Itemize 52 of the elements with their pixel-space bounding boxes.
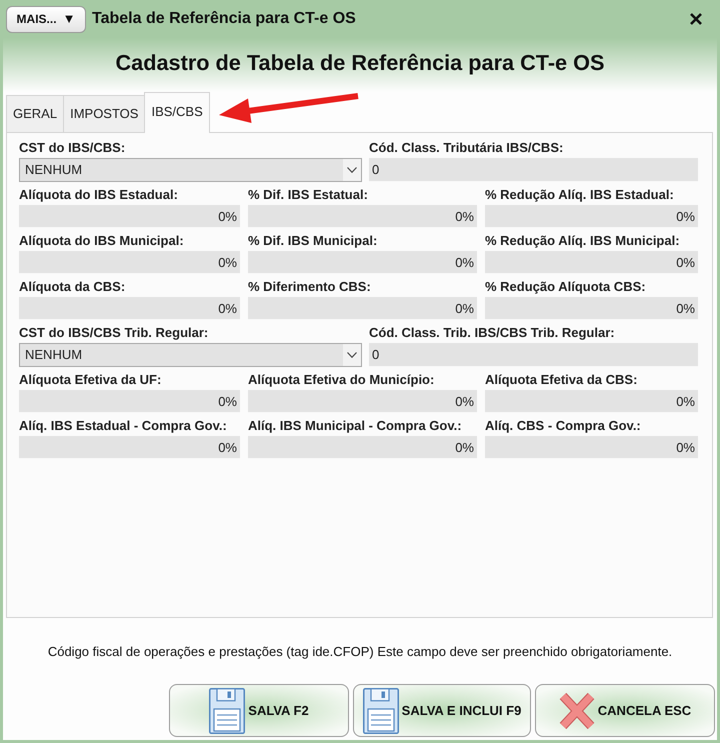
field-label: % Redução Alíq. IBS Municipal: bbox=[485, 233, 681, 249]
save-button[interactable]: SALVA E INCLUI F9 bbox=[353, 684, 531, 737]
field-label: Alíquota do IBS Municipal: bbox=[19, 233, 185, 249]
dropdown-field[interactable]: NENHUM bbox=[19, 158, 362, 182]
field-label: Alíq. IBS Municipal - Compra Gov.: bbox=[248, 418, 463, 434]
input-field[interactable]: 0% bbox=[485, 205, 698, 228]
input-field[interactable]: 0% bbox=[485, 251, 698, 274]
field-label: % Dif. IBS Municipal: bbox=[248, 233, 378, 249]
input-field[interactable]: 0 bbox=[369, 158, 698, 182]
input-field[interactable]: 0% bbox=[19, 390, 240, 413]
field-label: CST do IBS/CBS Trib. Regular: bbox=[19, 325, 210, 341]
input-field[interactable]: 0% bbox=[248, 251, 477, 274]
field-label: Cód. Class. Trib. IBS/CBS Trib. Regular: bbox=[369, 325, 616, 341]
close-icon[interactable] bbox=[690, 13, 702, 25]
menu-button[interactable]: MAIS... ▼ bbox=[6, 6, 86, 32]
input-field[interactable]: 0% bbox=[248, 205, 477, 228]
form-heading: Cadastro de Tabela de Referência para CT-e OS bbox=[116, 48, 604, 77]
input-field[interactable]: 0% bbox=[19, 436, 240, 459]
field-label: % Redução Alíquota CBS: bbox=[485, 279, 647, 295]
field-label: Alíquota Efetiva da UF: bbox=[19, 372, 162, 388]
tab[interactable]: GERAL bbox=[6, 95, 64, 132]
save-button[interactable]: SALVA F2 bbox=[169, 684, 349, 737]
chevron-down-icon bbox=[347, 352, 357, 358]
input-field[interactable]: 0 bbox=[369, 343, 698, 367]
window-title: Tabela de Referência para CT-e OS bbox=[92, 9, 356, 29]
input-field[interactable]: 0% bbox=[485, 297, 698, 320]
field-label: Alíquota da CBS: bbox=[19, 279, 126, 295]
input-field[interactable]: 0% bbox=[248, 297, 477, 320]
field-label: Cód. Class. Tributária IBS/CBS: bbox=[369, 140, 564, 156]
field-label: Alíquota Efetiva da CBS: bbox=[485, 372, 638, 388]
field-label: Alíq. CBS - Compra Gov.: bbox=[485, 418, 642, 434]
dropdown-field[interactable]: NENHUM bbox=[19, 343, 362, 367]
field-label: Alíquota Efetiva do Município: bbox=[248, 372, 436, 388]
chevron-down-icon bbox=[347, 167, 357, 173]
tab[interactable]: IMPOSTOS bbox=[63, 95, 144, 132]
input-field[interactable]: 0% bbox=[485, 390, 698, 413]
field-label: CST do IBS/CBS: bbox=[19, 140, 126, 156]
input-field[interactable]: 0% bbox=[19, 251, 240, 274]
field-label: % Dif. IBS Estatual: bbox=[248, 187, 369, 203]
hint-text: Código fiscal de operações e prestações (tag ide.CFOP) Este campo deve ser preenchido obrigatoriamente. bbox=[48, 644, 672, 660]
input-field[interactable]: 0% bbox=[248, 436, 477, 459]
input-field[interactable]: 0% bbox=[19, 297, 240, 320]
cancel-button[interactable]: CANCELA ESC bbox=[535, 684, 715, 737]
field-label: Alíquota do IBS Estadual: bbox=[19, 187, 179, 203]
tab[interactable]: IBS/CBS bbox=[144, 92, 210, 133]
field-label: % Diferimento CBS: bbox=[248, 279, 372, 295]
input-field[interactable]: 0% bbox=[248, 390, 477, 413]
field-label: Alíq. IBS Estadual - Compra Gov.: bbox=[19, 418, 228, 434]
cross-icon bbox=[558, 692, 595, 730]
field-label: % Redução Alíq. IBS Estadual: bbox=[485, 187, 675, 203]
input-field[interactable]: 0% bbox=[485, 436, 698, 459]
input-field[interactable]: 0% bbox=[19, 205, 240, 228]
